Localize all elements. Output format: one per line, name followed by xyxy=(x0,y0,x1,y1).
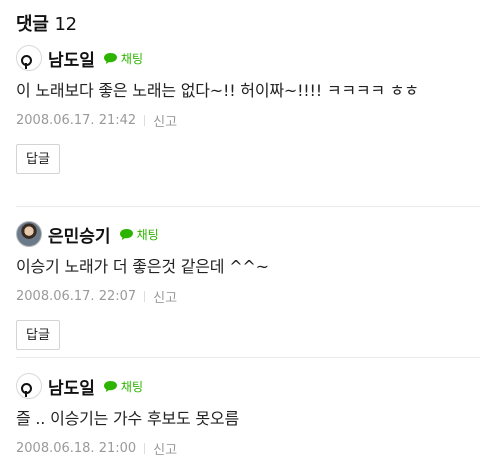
meta-divider xyxy=(144,291,146,302)
chat-bubble-icon xyxy=(103,380,117,392)
meta-divider xyxy=(144,115,146,126)
chat-bubble-icon xyxy=(103,52,117,64)
comment-text: 이승기 노래가 더 좋은것 같은데 ^^~ xyxy=(16,257,269,276)
chat-link[interactable]: 채팅 xyxy=(103,378,143,395)
divider xyxy=(16,206,480,207)
report-link[interactable]: 신고 xyxy=(153,287,177,306)
comment-text: 이 노래보다 좋은 노래는 없다~!! 허이짜~!!!! ㅋㅋㅋㅋ ㅎㅎ xyxy=(16,81,419,100)
chat-link[interactable]: 채팅 xyxy=(119,226,159,243)
comment-meta: 2008.06.17. 22:07 신고 xyxy=(16,287,466,306)
report-link[interactable]: 신고 xyxy=(153,111,177,130)
avatar[interactable] xyxy=(16,373,42,399)
avatar[interactable] xyxy=(16,45,42,71)
chat-label: 채팅 xyxy=(136,227,159,242)
author-row: 남도일 채팅 xyxy=(16,372,466,400)
author-name[interactable]: 남도일 xyxy=(48,46,95,71)
comment-meta: 2008.06.18. 21:00 신고 xyxy=(16,439,466,458)
meta-divider xyxy=(144,443,146,454)
comment-text: 즐 .. 이승기는 가수 후보도 못오름 xyxy=(16,409,239,428)
author-name[interactable]: 남도일 xyxy=(48,374,95,399)
comment-date: 2008.06.17. 22:07 xyxy=(16,289,137,304)
comment-section: 댓글 12 남도일 채팅 이 노래보다 좋은 노래는 없다~!! 허이짜~!!!!… xyxy=(0,0,480,458)
comment-date: 2008.06.18. 21:00 xyxy=(16,441,137,456)
chat-link[interactable]: 채팅 xyxy=(103,50,143,67)
reply-button[interactable]: 답글 xyxy=(16,144,60,174)
avatar[interactable] xyxy=(16,221,42,247)
report-link[interactable]: 신고 xyxy=(153,439,177,458)
chat-label: 채팅 xyxy=(120,51,144,66)
comment-item: 남도일 채팅 즐 .. 이승기는 가수 후보도 못오름 2008.06.18. … xyxy=(16,372,466,458)
reply-button[interactable]: 답글 xyxy=(16,320,60,350)
author-name[interactable]: 은민승기 xyxy=(48,222,111,247)
author-row: 은민승기 채팅 xyxy=(16,220,466,248)
divider xyxy=(16,357,480,358)
chat-label: 채팅 xyxy=(120,379,144,394)
comment-header: 댓글 12 xyxy=(16,10,77,36)
chat-bubble-icon xyxy=(119,228,133,240)
comment-item: 남도일 채팅 이 노래보다 좋은 노래는 없다~!! 허이짜~!!!! ㅋㅋㅋㅋ… xyxy=(16,44,466,174)
comment-title: 댓글 xyxy=(16,14,49,35)
comment-item: 은민승기 채팅 이승기 노래가 더 좋은것 같은데 ^^~ 2008.06.17… xyxy=(16,220,466,350)
author-row: 남도일 채팅 xyxy=(16,44,466,72)
comment-count: 12 xyxy=(54,14,78,35)
comment-meta: 2008.06.17. 21:42 신고 xyxy=(16,111,466,130)
comment-date: 2008.06.17. 21:42 xyxy=(16,113,137,128)
